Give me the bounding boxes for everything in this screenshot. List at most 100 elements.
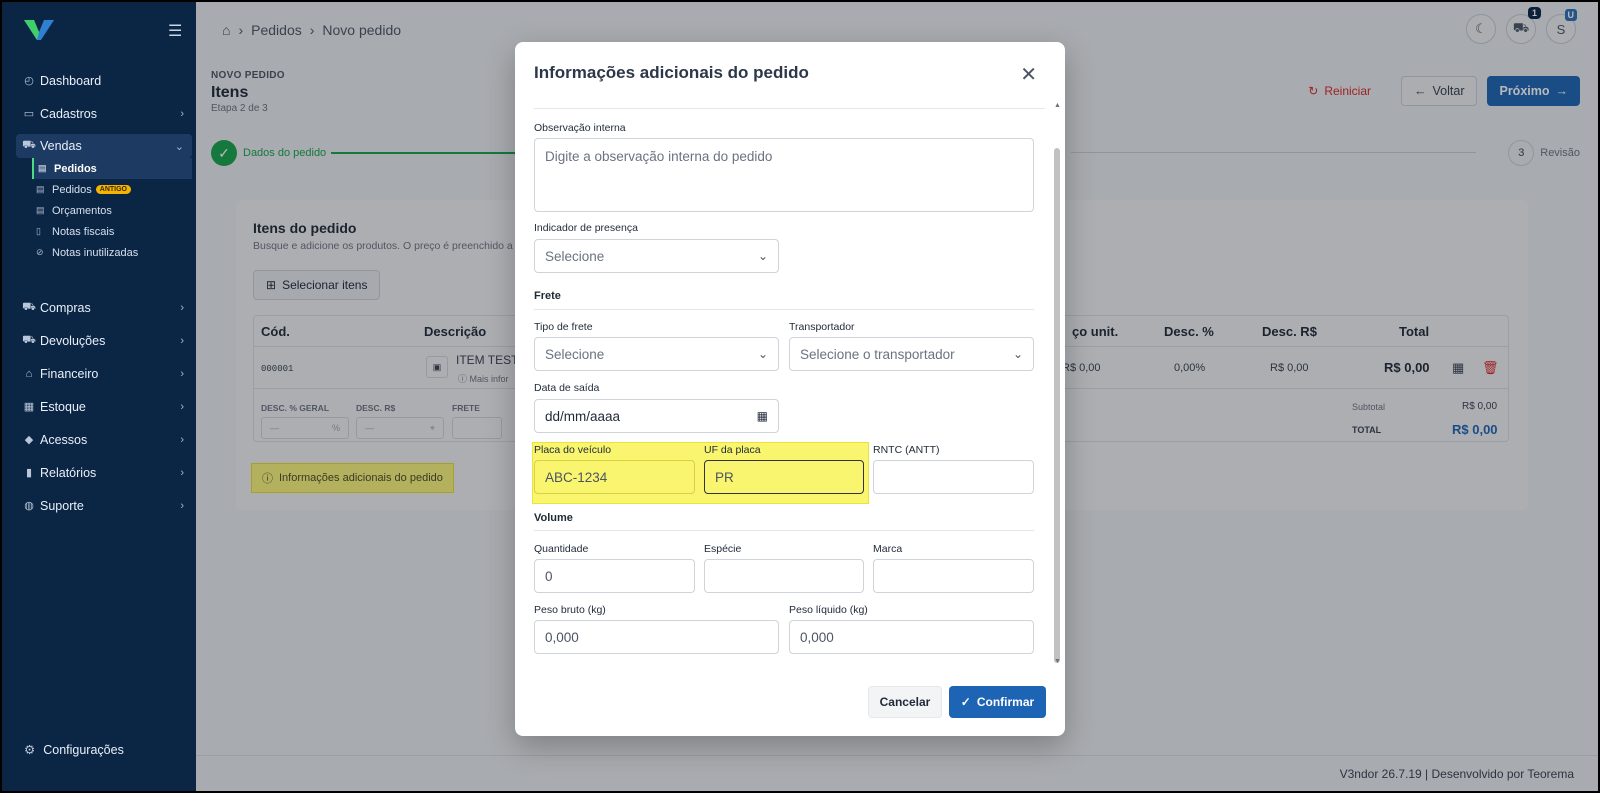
rntc-input[interactable] (873, 460, 1034, 494)
sidebar-item-label: Compras (40, 300, 91, 315)
presenca-value: Selecione (545, 248, 605, 264)
transportador-value: Selecione o transportador (800, 346, 955, 362)
sidebar-item-label: Devoluções (40, 333, 106, 348)
confirm-label: Confirmar (976, 695, 1035, 709)
modal-title: Informações adicionais do pedido (534, 63, 809, 82)
list-icon: ▤ (38, 163, 47, 173)
peso-liquido-input[interactable]: 0,000 (789, 620, 1034, 654)
cart-icon: ⛟ (22, 333, 36, 346)
sidebar-nav: ◴ Dashboard ▭ Cadastros › ⛟ Vendas ⌄ ▤ P… (16, 64, 192, 522)
uf-placa-label: UF da placa (704, 444, 761, 456)
bar-chart-icon: ▮ (25, 467, 33, 479)
sidebar-sub-pedidos-antigo[interactable]: ▤ Pedidos ANTIGO (32, 179, 192, 200)
id-card-icon: ▭ (23, 108, 35, 120)
sidebar-item-suporte[interactable]: ◍ Suporte › (16, 489, 192, 522)
placa-input[interactable]: ABC-1234 (534, 460, 695, 494)
sidebar-item-label: Acessos (40, 432, 88, 447)
frete-section-title: Frete (534, 290, 561, 302)
confirm-button[interactable]: ✓ Confirmar (949, 686, 1046, 718)
dashboard-icon: ◴ (24, 75, 34, 87)
sidebar-sub-notas-fiscais[interactable]: ▯ Notas fiscais (32, 221, 192, 242)
rntc-label: RNTC (ANTT) (873, 444, 940, 456)
gear-icon: ⚙ (24, 743, 36, 757)
chevron-down-icon: ⌄ (757, 249, 768, 263)
sidebar-item-label: Estoque (40, 399, 86, 414)
close-icon[interactable]: ✕ (1020, 62, 1037, 87)
list-icon: ▤ (36, 205, 45, 215)
data-saida-label: Data de saída (534, 382, 600, 394)
sidebar-item-configuracoes[interactable]: ⚙ Configurações (24, 742, 124, 758)
modal-scrollbar[interactable] (1054, 148, 1060, 663)
scroll-down-icon[interactable]: ▼ (1054, 658, 1061, 665)
data-saida-placeholder: dd/mm/aaaa (545, 408, 621, 424)
chevron-right-icon: › (180, 433, 184, 446)
presenca-label: Indicador de presença (534, 222, 638, 234)
lifebuoy-icon: ◍ (24, 500, 34, 512)
sidebar-sub-pedidos[interactable]: ▤ Pedidos (32, 158, 192, 179)
presenca-select[interactable]: Selecione ⌄ (534, 239, 779, 273)
sidebar: ☰ ◴ Dashboard ▭ Cadastros › ⛟ Vendas ⌄ ▤… (2, 2, 196, 791)
sidebar-sub-notas-inutilizadas[interactable]: ⊘ Notas inutilizadas (32, 242, 192, 263)
chevron-right-icon: › (180, 107, 184, 120)
chevron-right-icon: › (180, 334, 184, 347)
obs-label: Observação interna (534, 122, 626, 134)
chevron-right-icon: › (180, 301, 184, 314)
marca-label: Marca (873, 543, 903, 555)
sub-item-label: Notas inutilizadas (52, 246, 139, 259)
sidebar-item-dashboard[interactable]: ◴ Dashboard (16, 64, 192, 97)
chevron-right-icon: › (180, 367, 184, 380)
marca-input[interactable] (873, 559, 1034, 593)
app-frame: ☰ ◴ Dashboard ▭ Cadastros › ⛟ Vendas ⌄ ▤… (2, 2, 1598, 791)
sub-item-label: Notas fiscais (52, 225, 115, 238)
especie-input[interactable] (704, 559, 864, 593)
sidebar-item-label: Relatórios (40, 465, 97, 480)
chevron-right-icon: › (180, 400, 184, 413)
quantidade-input[interactable]: 0 (534, 559, 695, 593)
sidebar-item-devolucoes[interactable]: ⛟ Devoluções › (16, 324, 192, 357)
sidebar-item-label: Cadastros (40, 106, 97, 121)
peso-liquido-label: Peso líquido (kg) (789, 604, 868, 616)
transportador-label: Transportador (789, 321, 855, 333)
calendar-icon[interactable]: ▦ (757, 409, 768, 423)
obs-textarea[interactable]: Digite a observação interna do pedido (534, 138, 1034, 212)
placa-label: Placa do veículo (534, 444, 612, 456)
sidebar-item-cadastros[interactable]: ▭ Cadastros › (16, 97, 192, 130)
sidebar-item-financeiro[interactable]: ⌂ Financeiro › (16, 357, 192, 390)
chevron-down-icon: ⌄ (174, 140, 184, 153)
tipo-frete-select[interactable]: Selecione ⌄ (534, 337, 779, 371)
sub-item-label: Pedidos (54, 162, 97, 175)
sidebar-sub-orcamentos[interactable]: ▤ Orçamentos (32, 200, 192, 221)
vendas-submenu: ▤ Pedidos ▤ Pedidos ANTIGO ▤ Orçamentos … (16, 158, 192, 263)
sidebar-item-relatorios[interactable]: ▮ Relatórios › (16, 456, 192, 489)
modal-divider (534, 108, 1045, 109)
tipo-frete-value: Selecione (545, 346, 605, 362)
logo-icon (24, 20, 54, 40)
sidebar-item-label: Dashboard (40, 73, 102, 88)
config-label: Configurações (43, 742, 124, 757)
chevron-down-icon: ⌄ (1012, 347, 1023, 361)
chevron-down-icon: ⌄ (757, 347, 768, 361)
sub-item-label: Orçamentos (52, 204, 112, 217)
chevron-right-icon: › (180, 499, 184, 512)
check-icon: ✓ (960, 695, 971, 709)
cart-icon: ⛟ (22, 300, 36, 313)
peso-liquido-value: 0,000 (800, 629, 834, 645)
sidebar-item-label: Vendas (40, 139, 82, 153)
frete-divider (534, 309, 1034, 310)
uf-placa-input[interactable]: PR (704, 460, 864, 494)
scroll-up-icon[interactable]: ▲ (1054, 102, 1061, 109)
tipo-frete-label: Tipo de frete (534, 321, 593, 333)
sidebar-item-acessos[interactable]: ◆ Acessos › (16, 423, 192, 456)
sidebar-item-compras[interactable]: ⛟ Compras › (16, 291, 192, 324)
sidebar-item-estoque[interactable]: ▦ Estoque › (16, 390, 192, 423)
sub-item-label: Pedidos (52, 183, 92, 196)
peso-bruto-input[interactable]: 0,000 (534, 620, 779, 654)
sidebar-item-vendas[interactable]: ⛟ Vendas ⌄ (16, 134, 192, 158)
especie-label: Espécie (704, 543, 742, 555)
cart-icon: ⛟ (22, 139, 36, 151)
transportador-select[interactable]: Selecione o transportador ⌄ (789, 337, 1034, 371)
data-saida-input[interactable]: dd/mm/aaaa ▦ (534, 399, 779, 433)
menu-toggle-icon[interactable]: ☰ (168, 21, 182, 41)
additional-info-modal: Informações adicionais do pedido ✕ ▲ ▼ O… (515, 42, 1065, 736)
cancel-button[interactable]: Cancelar (868, 686, 942, 718)
